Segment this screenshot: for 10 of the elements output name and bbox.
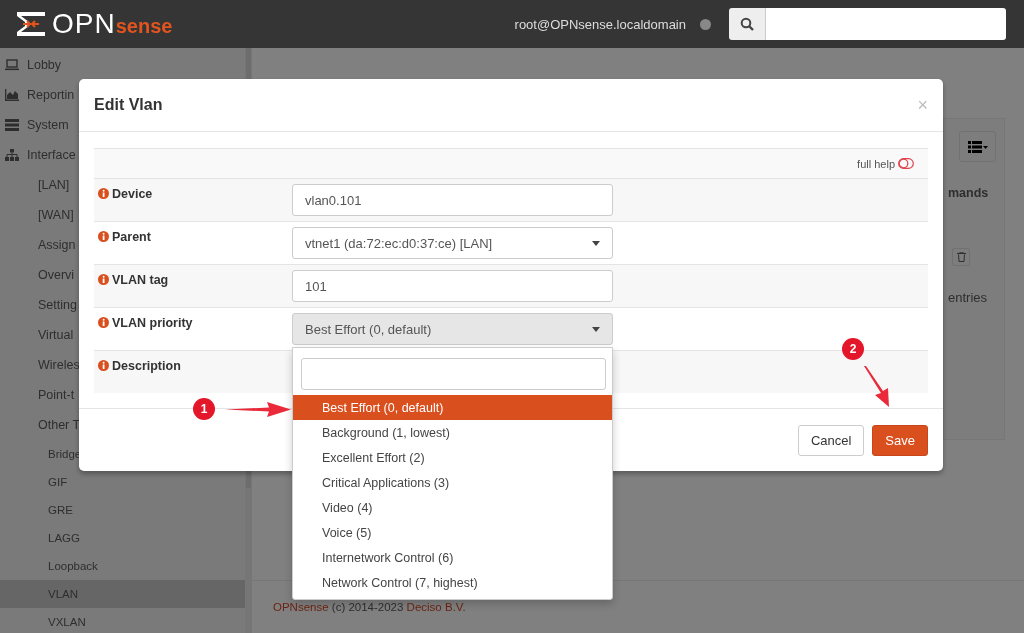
- column-header: mands: [948, 186, 989, 200]
- field-label: VLAN tag: [112, 273, 169, 287]
- dialog-title: Edit Vlan: [94, 96, 164, 114]
- table-info: entries: [948, 290, 988, 305]
- field-label: VLAN priority: [112, 316, 193, 330]
- field-label: Device: [112, 187, 153, 201]
- field-label: Parent: [112, 230, 151, 244]
- logo-text: OPNsense: [52, 10, 173, 38]
- help-label: full help: [857, 157, 895, 170]
- field-label: Description: [112, 359, 181, 373]
